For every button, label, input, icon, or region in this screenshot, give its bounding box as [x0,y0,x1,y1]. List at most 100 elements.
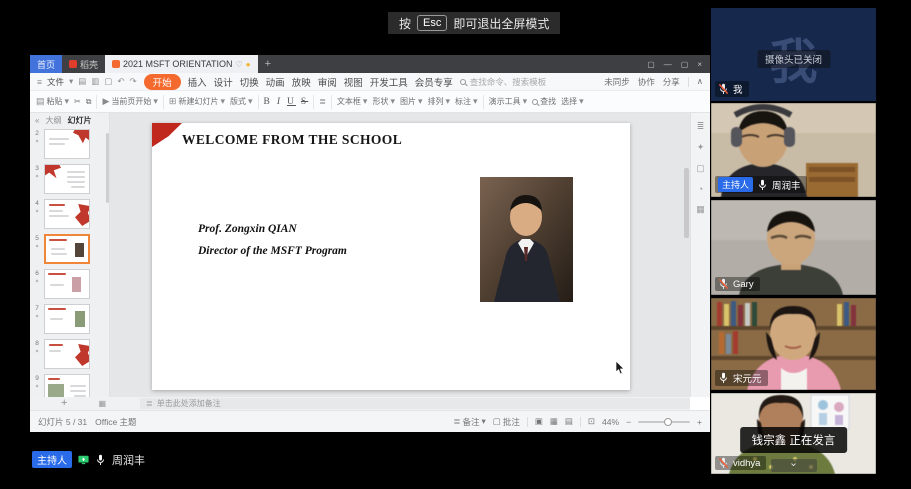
presentation-file-icon [112,60,120,68]
collapse-panel-icon[interactable]: « [35,116,39,125]
preview-icon[interactable]: ▢ [104,76,112,87]
strikethrough-button[interactable]: S [301,97,308,107]
zoom-slider[interactable] [638,421,690,423]
ribbon-tab-insert[interactable]: 插入 [188,75,207,89]
undo-icon[interactable]: ↶ [117,76,124,87]
participant-tile-vidhya[interactable]: 钱宗鑫 正在发言 vidhya ⌄ [711,393,876,474]
notes-input[interactable]: ≣ 单击此处添加备注 [140,398,690,409]
ribbon-tab-design[interactable]: 设计 [214,75,233,89]
save-icon[interactable]: ▤ [78,76,86,87]
box-tool-icon[interactable]: ▢ [696,163,705,174]
outline-tool-icon[interactable]: ≣ [697,121,705,132]
command-search[interactable]: 查找命令、搜索模板 [460,76,547,88]
ribbon-tab-animation[interactable]: 动画 [266,75,285,89]
zoom-in-button[interactable]: + [697,417,702,427]
participant-tile-song[interactable]: 宋元元 [711,298,876,390]
slide-thumb-7[interactable]: 7✦ [44,304,105,334]
wps-tab-bar: 首页 稻壳 2021 MSFT ORIENTATION ♡ ● + ▢ — ▢ … [30,55,710,73]
print-icon[interactable]: ▥ [91,76,99,87]
ribbon-tab-home[interactable]: 开始 [144,74,181,90]
notes-toggle[interactable]: ≣备注▾ [453,416,485,428]
new-slide-button[interactable]: ⊞新建幻灯片▾ [169,96,225,107]
minimize-button[interactable]: — [664,60,672,69]
media-tool-icon[interactable]: ▦ [696,204,705,215]
ribbon-tab-slideshow[interactable]: 放映 [292,75,311,89]
participant-tile-host[interactable]: 主持人 周润丰 [711,103,876,197]
collapse-tiles-button[interactable]: ⌄ [771,459,817,472]
play-from-current-button[interactable]: ▶当前页开始▾ [102,96,157,107]
zoom-level[interactable]: 44% [602,417,619,427]
bold-button[interactable]: B [264,97,272,107]
bullet-list-icon[interactable]: ≣ [319,97,326,106]
share-button[interactable]: 分享 [663,76,680,88]
sync-status[interactable]: 未同步 [604,76,630,88]
editor-scrollbar[interactable] [684,168,689,238]
view-sorter-icon[interactable]: ▦ [550,416,558,427]
participant-tile-me[interactable]: 我 摄像头已关闭 我 [711,8,876,101]
participant-name: 宋元元 [733,371,762,385]
slide-sorter-icon[interactable]: ▦ [98,399,110,408]
collaborate-button[interactable]: 协作 [638,76,655,88]
italic-button[interactable]: I [277,97,282,107]
arrange-button[interactable]: 排列▾ [428,96,451,107]
slide-body-text[interactable]: Prof. Zongxin QIAN Director of the MSFT … [198,218,347,262]
fullscreen-exit-toast: 按 Esc 即可退出全屏模式 [388,12,560,34]
text-box-button[interactable]: 文本框▾ [337,96,368,107]
slide-title[interactable]: WELCOME FROM THE SCHOOL [182,132,402,148]
hamburger-icon[interactable]: ≡ [37,77,42,87]
favorite-icon[interactable]: ♡ [236,60,243,69]
file-menu[interactable]: 文件 [47,76,64,88]
restore-button[interactable]: ▢ [681,60,689,69]
shapes-button[interactable]: 形状▾ [372,96,395,107]
underline-button[interactable]: U [287,97,296,107]
layout-button[interactable]: 版式▾ [230,96,253,107]
window-mode-icon[interactable]: ▢ [647,60,655,69]
paste-button[interactable]: ▤粘贴▾ [36,96,69,107]
cut-icon[interactable]: ✂ [74,97,81,106]
ribbon-tab-review[interactable]: 审阅 [318,75,337,89]
panel-scrollbar[interactable] [106,133,109,203]
new-tab-button[interactable]: + [258,55,278,73]
ribbon-tab-view[interactable]: 视图 [344,75,363,89]
star-tool-icon[interactable]: ✦ [697,142,705,153]
slide-thumb-4[interactable]: 4✦ [44,199,105,229]
select-button[interactable]: 选择▾ [561,96,584,107]
ribbon-tab-transition[interactable]: 切换 [240,75,259,89]
divider [96,95,97,109]
callout-button[interactable]: 标注▾ [455,96,478,107]
redo-icon[interactable]: ↷ [129,76,136,87]
participant-tile-gary[interactable]: Gary [711,200,876,295]
collapse-ribbon-icon[interactable]: ∧ [697,76,703,87]
copy-icon[interactable]: ⧉ [86,97,92,107]
file-dropdown-icon[interactable]: ▾ [69,76,73,87]
history-tool-icon[interactable]: ◔ [698,184,703,194]
view-read-icon[interactable]: ▤ [565,416,573,427]
picture-button[interactable]: 图片▾ [400,96,423,107]
slide-thumb-8[interactable]: 8✦ [44,339,105,369]
fit-window-icon[interactable]: ⊡ [588,416,595,427]
comments-toggle[interactable]: ▢批注 [493,416,520,428]
slide-thumb-5-selected[interactable]: 5✦ [44,234,105,264]
tab-document[interactable]: 2021 MSFT ORIENTATION ♡ ● [105,55,258,73]
tab-home[interactable]: 首页 [30,55,62,73]
theme-name[interactable]: Office 主题 [95,416,136,428]
tab-outline[interactable]: 大纲 [45,115,61,126]
ribbon-tab-member[interactable]: 会员专享 [415,75,453,89]
slide-thumb-9[interactable]: 9✦ [44,374,105,397]
slide-canvas[interactable]: WELCOME FROM THE SCHOOL Prof. Zongxin QI… [152,123,630,390]
zoom-out-button[interactable]: − [626,417,631,427]
add-slide-button[interactable]: + [30,398,98,409]
slide-thumb-3[interactable]: 3✦ [44,164,105,194]
view-normal-icon[interactable]: ▣ [535,416,543,427]
zoom-slider-knob[interactable] [664,418,672,426]
present-tools-button[interactable]: 演示工具▾ [489,96,528,107]
divider [483,95,484,109]
tab-slides[interactable]: 幻灯片 [67,115,91,126]
slide-thumb-6[interactable]: 6✦ [44,269,105,299]
slide-thumb-2[interactable]: 2✦ [44,129,105,159]
speaker-portrait-photo[interactable] [480,177,573,302]
close-button[interactable]: × [697,60,702,69]
ribbon-tab-devtools[interactable]: 开发工具 [370,75,408,89]
tab-docer[interactable]: 稻壳 [62,55,105,73]
find-button[interactable]: 查找 [532,96,556,107]
